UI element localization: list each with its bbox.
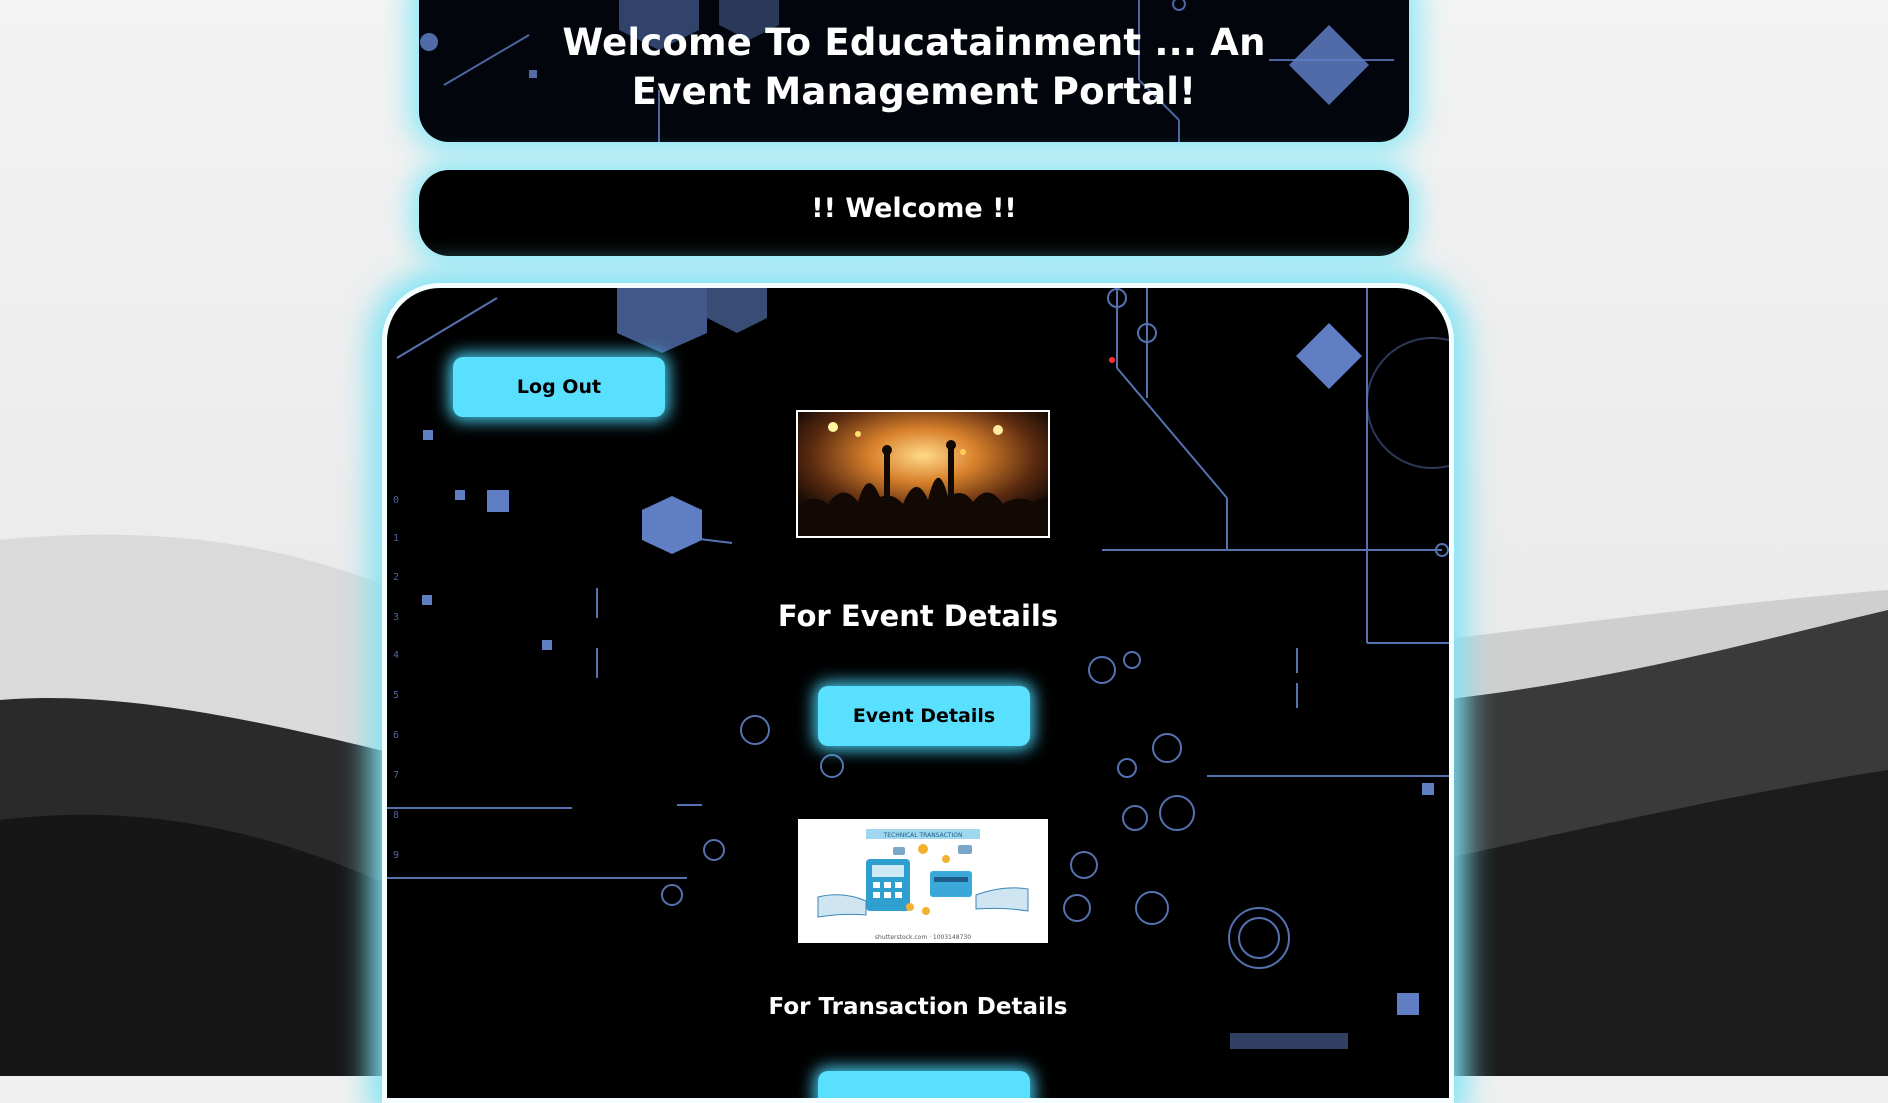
transaction-section-heading: For Transaction Details <box>768 994 1068 1020</box>
svg-text:1: 1 <box>393 533 399 544</box>
illustration-watermark: shutterstock.com · 1003148730 <box>875 934 971 941</box>
svg-text:4: 4 <box>393 650 399 661</box>
transaction-illustration: TECHNICAL TRANSACTION shutterstock.com ·… <box>798 819 1048 943</box>
illustration-caption: TECHNICAL TRANSACTION <box>883 832 963 839</box>
svg-text:9: 9 <box>393 850 399 861</box>
svg-text:7: 7 <box>393 770 399 781</box>
header-banner: Welcome To Educatainment ... An Event Ma… <box>419 0 1409 142</box>
svg-text:5: 5 <box>393 690 399 701</box>
svg-text:2: 2 <box>393 572 399 583</box>
concert-crowd-image <box>796 410 1050 538</box>
main-panel: 012 345 678 9 Log Out For Event Details … <box>382 283 1454 1103</box>
svg-text:0: 0 <box>393 495 399 506</box>
event-section-heading: For Event Details <box>777 599 1059 633</box>
event-details-button[interactable]: Event Details <box>818 686 1030 746</box>
logout-button[interactable]: Log Out <box>453 357 665 417</box>
welcome-text: !! Welcome !! <box>811 193 1017 224</box>
welcome-bar: !! Welcome !! <box>419 170 1409 256</box>
page-title: Welcome To Educatainment ... An Event Ma… <box>562 21 1266 113</box>
svg-text:6: 6 <box>393 730 399 741</box>
svg-text:8: 8 <box>393 810 399 821</box>
